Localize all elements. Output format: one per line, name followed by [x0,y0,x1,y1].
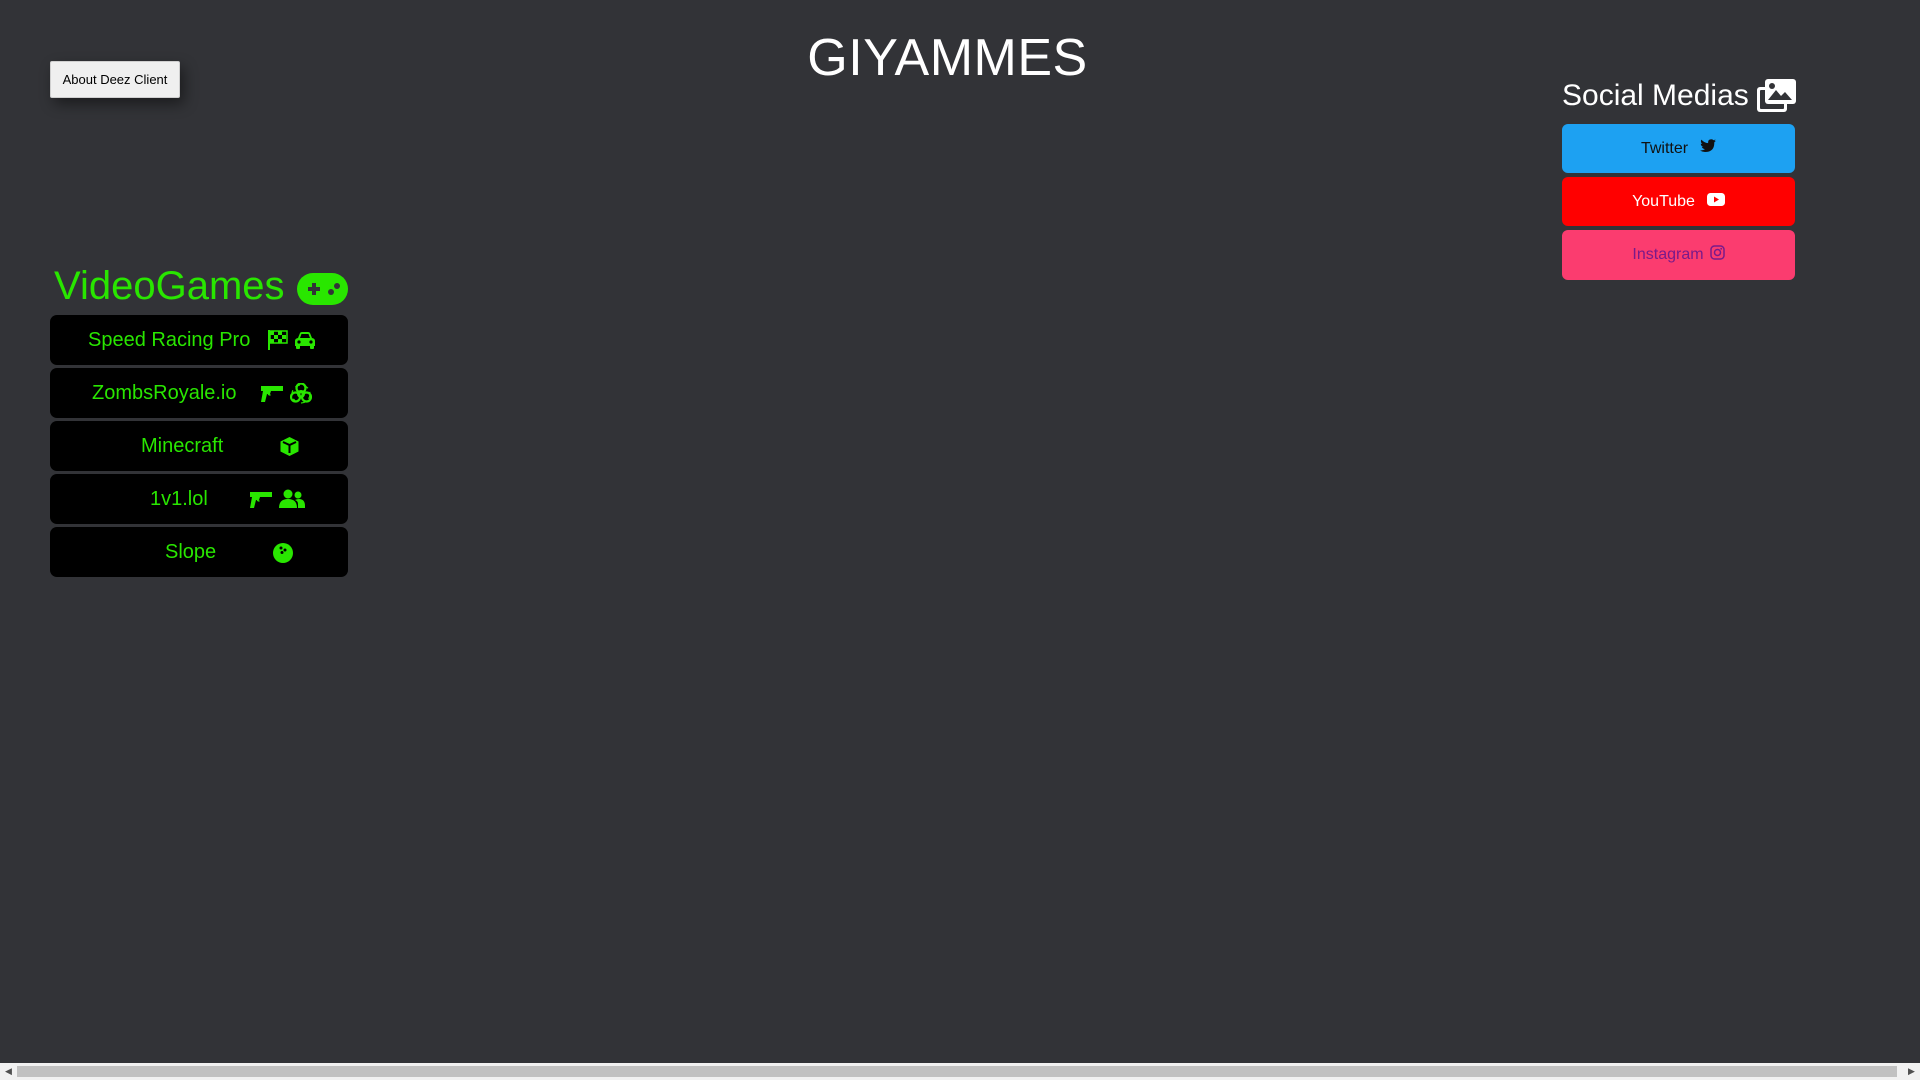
game-icons [272,542,294,564]
game-label: Slope [165,540,217,563]
cube-icon [280,437,299,456]
gun-icon [261,386,283,402]
youtube-icon [1706,192,1725,211]
game-label: Minecraft [141,434,224,457]
about-button[interactable]: About Deez Client [50,61,180,98]
game-button-1v1lol[interactable]: 1v1.lol [50,474,348,524]
horizontal-scrollbar[interactable]: ◀ ▶ [0,1063,1920,1080]
twitter-button[interactable]: Twitter [1562,124,1795,173]
social-medias-heading: Social Medias [1562,76,1796,116]
game-label: ZombsRoyale.io [92,381,237,404]
game-icons [249,489,305,509]
game-icons [279,436,300,457]
page: GIYAMMES About Deez Client VideoGames Sp… [0,0,1920,1080]
game-label: Speed Racing Pro [88,328,251,351]
scroll-left-arrow-icon[interactable]: ◀ [0,1063,17,1080]
photos-icon [1756,79,1796,113]
game-label: 1v1.lol [150,487,208,510]
game-button-slope[interactable]: Slope [50,527,348,577]
checkered-flag-icon [268,330,288,350]
game-icons [260,383,312,404]
gun-icon [250,491,272,508]
biohazard-icon [290,383,312,404]
social-medias-heading-label: Social Medias [1562,79,1749,112]
instagram-icon [1709,245,1725,265]
twitter-icon [1700,139,1717,158]
instagram-button[interactable]: Instagram [1562,230,1795,280]
youtube-label: YouTube [1632,192,1695,210]
youtube-button[interactable]: YouTube [1562,177,1795,226]
car-icon [295,331,315,349]
users-icon [279,489,305,508]
ball-icon [273,543,293,563]
scrollbar-thumb[interactable] [17,1066,1897,1077]
twitter-label: Twitter [1640,139,1689,157]
game-icons [267,330,316,350]
scroll-right-arrow-icon[interactable]: ▶ [1903,1063,1920,1080]
gamepad-icon [296,270,348,305]
game-button-minecraft[interactable]: Minecraft [50,421,348,471]
videogames-heading: VideoGames [54,260,348,312]
game-button-speed-racing-pro[interactable]: Speed Racing Pro [50,315,348,365]
instagram-label: Instagram [1632,246,1704,263]
game-button-zombsroyale[interactable]: ZombsRoyale.io [50,368,348,418]
videogames-heading-label: VideoGames [54,263,285,308]
